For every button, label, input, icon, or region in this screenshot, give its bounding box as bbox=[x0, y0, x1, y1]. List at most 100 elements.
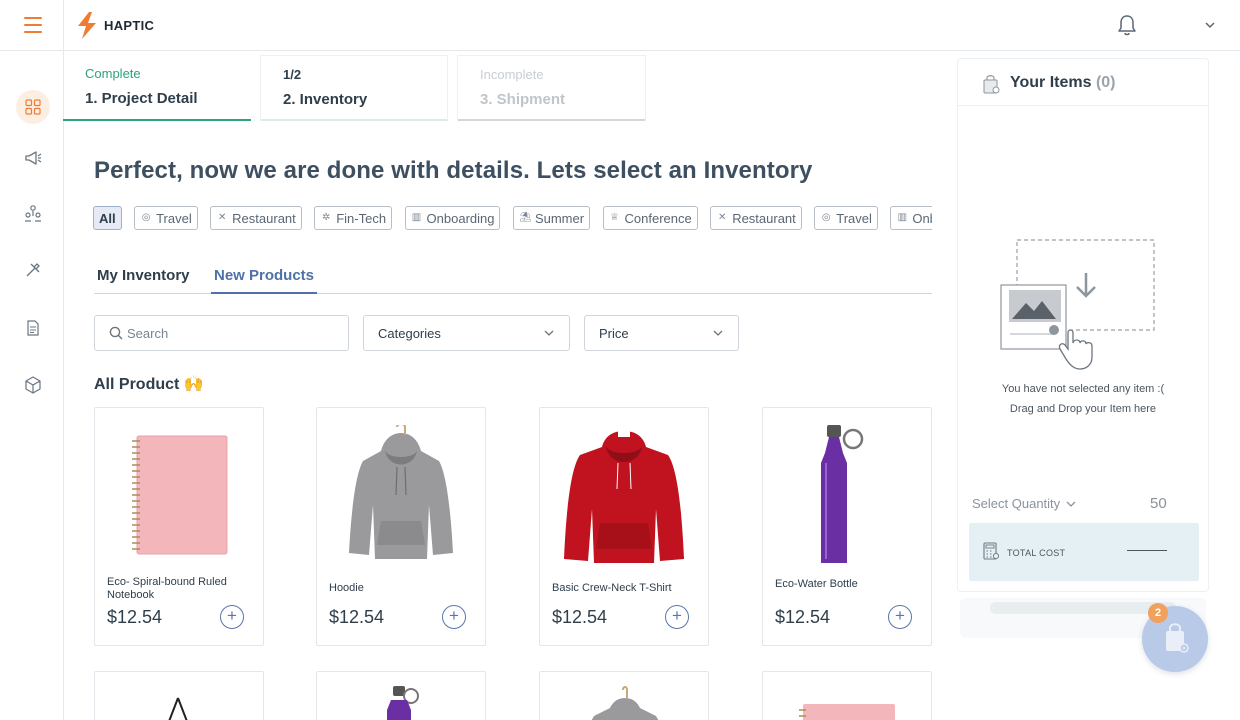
product-price: $12.54 bbox=[329, 607, 385, 627]
logo[interactable]: HAPTIC bbox=[76, 12, 154, 39]
add-to-cart-button[interactable]: + bbox=[442, 605, 466, 629]
step-status: Incomplete bbox=[480, 67, 544, 82]
product-card[interactable]: Eco-Water Bottle $12.54 + bbox=[762, 407, 932, 646]
step-progress-bar bbox=[458, 119, 645, 121]
rail-item-campaigns[interactable] bbox=[16, 141, 50, 175]
briefcase-icon: ▥ bbox=[411, 212, 422, 223]
quantity-label: Select Quantity bbox=[972, 496, 1061, 511]
product-name: Eco-Water Bottle bbox=[775, 578, 858, 590]
rail-item-team[interactable] bbox=[16, 196, 50, 230]
tote-bag-image bbox=[168, 697, 188, 720]
shopping-bag-icon bbox=[983, 75, 1000, 94]
chip-label: Travel bbox=[836, 210, 872, 226]
product-card[interactable] bbox=[539, 671, 709, 720]
tab-new-products[interactable]: New Products bbox=[211, 267, 318, 294]
add-to-cart-button[interactable]: + bbox=[888, 605, 912, 629]
bolt-logo-icon bbox=[78, 12, 96, 39]
grey-hoodie-image bbox=[591, 686, 659, 720]
step-progress-bar bbox=[261, 119, 447, 121]
product-image-bottle bbox=[764, 420, 930, 570]
add-to-cart-button[interactable]: + bbox=[220, 605, 244, 629]
calculator-icon bbox=[983, 542, 999, 560]
cutlery-icon: ✕ bbox=[717, 212, 727, 223]
chip-label: Conference bbox=[624, 210, 692, 226]
chip-label: Fin-Tech bbox=[336, 210, 387, 226]
step-shipment[interactable]: Incomplete 3. Shipment bbox=[457, 55, 646, 121]
tab-my-inventory[interactable]: My Inventory bbox=[94, 267, 193, 292]
cart-count: (0) bbox=[1095, 74, 1116, 91]
umbrella-icon: ⛱ bbox=[518, 212, 532, 223]
step-project-detail[interactable]: Complete 1. Project Detail bbox=[63, 55, 251, 121]
step-progress-bar bbox=[63, 119, 251, 121]
add-to-cart-button[interactable]: + bbox=[665, 605, 689, 629]
inventory-tabs: My Inventory New Products bbox=[94, 264, 932, 294]
tools-icon bbox=[26, 263, 40, 277]
drag-drop-illustration bbox=[1000, 239, 1155, 370]
product-price: $12.54 bbox=[775, 607, 831, 627]
rail-item-packages[interactable] bbox=[16, 368, 50, 402]
product-name: Basic Crew-Neck T-Shirt bbox=[552, 582, 672, 594]
chip-onboarding-2[interactable]: ▥ Onboarding bbox=[890, 206, 932, 230]
chip-travel-2[interactable]: ◎ Travel bbox=[814, 206, 878, 230]
chevron-down-icon bbox=[544, 330, 554, 336]
gear-icon: ✲ bbox=[322, 212, 331, 223]
divider bbox=[63, 0, 64, 51]
product-card[interactable] bbox=[762, 671, 932, 720]
chevron-down-icon[interactable] bbox=[1203, 18, 1217, 32]
document-icon bbox=[27, 320, 39, 336]
cart-header: Your Items (0) bbox=[958, 59, 1208, 106]
notebook-image bbox=[799, 704, 895, 720]
compass-icon: ◎ bbox=[141, 212, 151, 223]
section-title: All Product 🙌 bbox=[94, 376, 204, 393]
product-card[interactable] bbox=[316, 671, 486, 720]
product-price: $12.54 bbox=[107, 607, 163, 627]
total-cost-placeholder bbox=[1127, 550, 1167, 551]
chip-label: All bbox=[99, 210, 116, 226]
bell-icon[interactable] bbox=[1117, 14, 1137, 36]
product-image-notebook bbox=[96, 420, 262, 570]
cart-title-text: Your Items bbox=[1010, 74, 1092, 91]
total-cost-box: TOTAL COST bbox=[969, 523, 1199, 581]
chevron-down-icon bbox=[1066, 501, 1076, 507]
product-card[interactable] bbox=[94, 671, 264, 720]
chip-summer[interactable]: ⛱ Summer bbox=[512, 206, 591, 230]
hamburger-menu-icon[interactable] bbox=[24, 17, 42, 33]
step-inventory[interactable]: 1/2 2. Inventory bbox=[260, 55, 448, 121]
search-box bbox=[94, 315, 349, 351]
chip-label: Travel bbox=[156, 210, 192, 226]
compass-icon: ◎ bbox=[821, 212, 831, 223]
price-label: Price bbox=[599, 325, 629, 341]
price-dropdown[interactable]: Price bbox=[584, 315, 739, 351]
chip-fintech[interactable]: ✲ Fin-Tech bbox=[314, 206, 393, 230]
product-card[interactable]: Eco- Spiral-bound Ruled Notebook $12.54 … bbox=[94, 407, 264, 646]
rail-item-documents[interactable] bbox=[16, 311, 50, 345]
chip-all[interactable]: All bbox=[93, 206, 122, 230]
chip-restaurant[interactable]: ✕ Restaurant bbox=[210, 206, 302, 230]
search-input[interactable] bbox=[127, 325, 337, 341]
category-chips: All ◎ Travel ✕ Restaurant ✲ Fin-Tech ▥ Onboa… bbox=[93, 206, 932, 232]
product-card[interactable]: Hoodie $12.54 + bbox=[316, 407, 486, 646]
chip-label: Onboarding bbox=[912, 210, 932, 226]
chip-restaurant-2[interactable]: ✕ Restaurant bbox=[710, 206, 802, 230]
grid-icon bbox=[25, 99, 41, 115]
water-bottle-image bbox=[821, 425, 864, 563]
cutlery-icon: ✕ bbox=[217, 212, 227, 223]
rail-item-tools[interactable] bbox=[16, 253, 50, 287]
select-quantity-dropdown[interactable]: Select Quantity bbox=[972, 496, 1077, 511]
product-image-red-hoodie bbox=[541, 420, 707, 570]
team-icon bbox=[25, 205, 41, 222]
chip-travel[interactable]: ◎ Travel bbox=[134, 206, 198, 230]
rail-item-dashboard[interactable] bbox=[16, 90, 50, 124]
chip-onboarding[interactable]: ▥ Onboarding bbox=[404, 206, 501, 230]
megaphone-icon bbox=[25, 151, 42, 165]
categories-dropdown[interactable]: Categories bbox=[363, 315, 570, 351]
step-title: 3. Shipment bbox=[480, 91, 566, 108]
product-card[interactable]: Basic Crew-Neck T-Shirt $12.54 + bbox=[539, 407, 709, 646]
quantity-value: 50 bbox=[1150, 495, 1167, 512]
chevron-down-icon bbox=[713, 330, 723, 336]
chip-conference[interactable]: ♕ Conference bbox=[602, 206, 698, 230]
top-bar: HAPTIC bbox=[0, 0, 1240, 51]
notebook-image bbox=[132, 435, 228, 555]
grey-hoodie-image bbox=[349, 425, 453, 559]
product-price: $12.54 bbox=[552, 607, 608, 627]
